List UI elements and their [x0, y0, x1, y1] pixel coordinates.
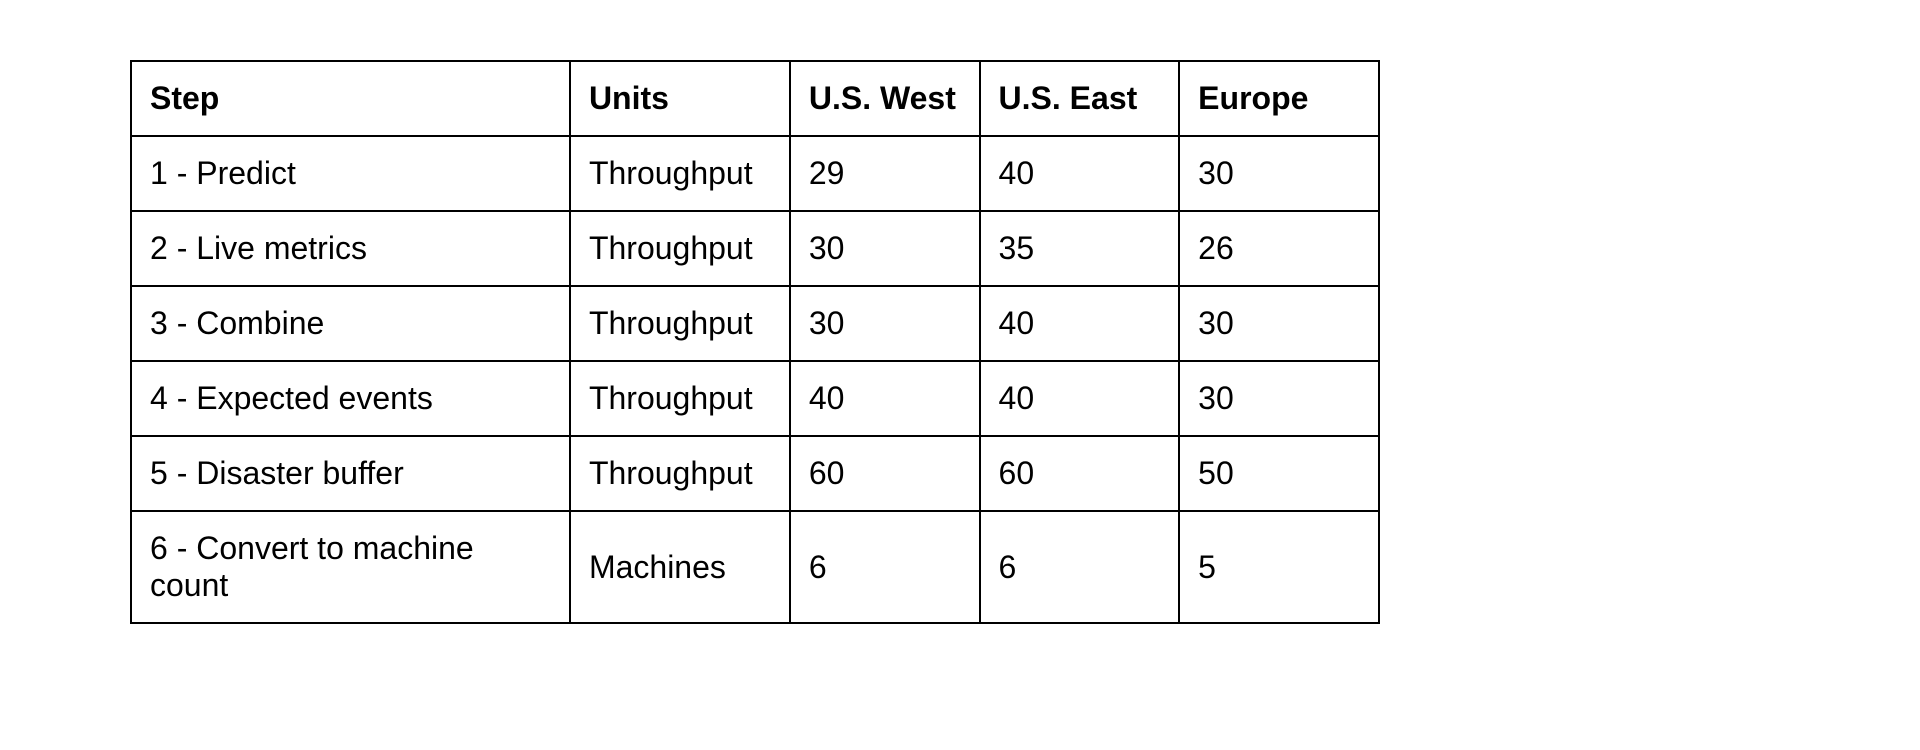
cell-us-east: 40	[980, 286, 1180, 361]
table-row: 4 - Expected events Throughput 40 40 30	[131, 361, 1379, 436]
cell-us-west: 40	[790, 361, 980, 436]
cell-europe: 30	[1179, 286, 1379, 361]
table-row: 3 - Combine Throughput 30 40 30	[131, 286, 1379, 361]
cell-us-east: 40	[980, 136, 1180, 211]
cell-step: 1 - Predict	[131, 136, 570, 211]
header-us-east: U.S. East	[980, 61, 1180, 136]
cell-europe: 5	[1179, 511, 1379, 623]
cell-europe: 50	[1179, 436, 1379, 511]
cell-step: 4 - Expected events	[131, 361, 570, 436]
cell-us-west: 6	[790, 511, 980, 623]
cell-step: 5 - Disaster buffer	[131, 436, 570, 511]
header-units: Units	[570, 61, 790, 136]
capacity-planning-table: Step Units U.S. West U.S. East Europe 1 …	[130, 60, 1380, 624]
cell-europe: 30	[1179, 361, 1379, 436]
cell-us-west: 30	[790, 211, 980, 286]
cell-us-west: 30	[790, 286, 980, 361]
cell-units: Throughput	[570, 286, 790, 361]
header-us-west: U.S. West	[790, 61, 980, 136]
cell-units: Machines	[570, 511, 790, 623]
cell-us-west: 60	[790, 436, 980, 511]
cell-us-east: 60	[980, 436, 1180, 511]
cell-units: Throughput	[570, 436, 790, 511]
table-row: 5 - Disaster buffer Throughput 60 60 50	[131, 436, 1379, 511]
cell-us-east: 40	[980, 361, 1180, 436]
cell-step: 3 - Combine	[131, 286, 570, 361]
header-step: Step	[131, 61, 570, 136]
cell-step: 2 - Live metrics	[131, 211, 570, 286]
cell-step: 6 - Convert to machine count	[131, 511, 570, 623]
cell-units: Throughput	[570, 136, 790, 211]
cell-europe: 26	[1179, 211, 1379, 286]
cell-units: Throughput	[570, 361, 790, 436]
cell-us-west: 29	[790, 136, 980, 211]
table-row: 6 - Convert to machine count Machines 6 …	[131, 511, 1379, 623]
cell-europe: 30	[1179, 136, 1379, 211]
table-header-row: Step Units U.S. West U.S. East Europe	[131, 61, 1379, 136]
header-europe: Europe	[1179, 61, 1379, 136]
cell-us-east: 35	[980, 211, 1180, 286]
cell-units: Throughput	[570, 211, 790, 286]
table-row: 1 - Predict Throughput 29 40 30	[131, 136, 1379, 211]
table-row: 2 - Live metrics Throughput 30 35 26	[131, 211, 1379, 286]
cell-us-east: 6	[980, 511, 1180, 623]
